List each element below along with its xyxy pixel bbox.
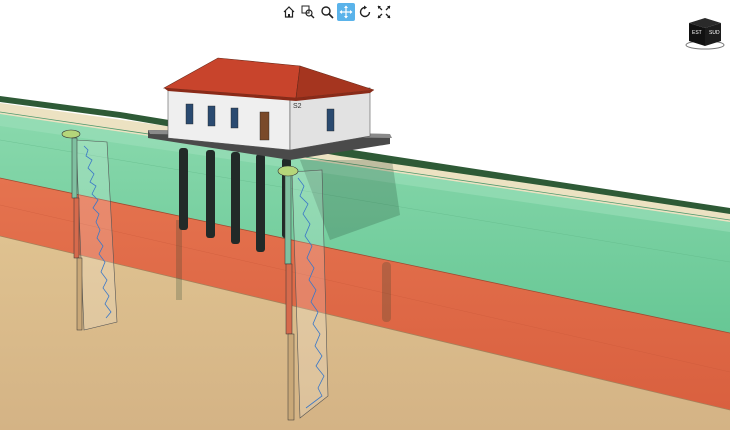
building-tag-label: S2: [293, 103, 302, 110]
borehole-right-shaft-mid: [285, 263, 293, 335]
home-icon: [283, 6, 295, 18]
borehole-right-shaft-low: [287, 333, 295, 421]
borehole-right-cap: [277, 165, 299, 177]
home-button[interactable]: [280, 3, 298, 21]
pan-button[interactable]: [337, 3, 355, 21]
magnifier-icon: [321, 6, 334, 19]
move-arrows-icon: [339, 5, 353, 19]
view-cube-face-est: EST: [692, 30, 702, 36]
borehole-right-shaft-top: [284, 173, 292, 265]
zoom-button[interactable]: [318, 3, 336, 21]
rotate-button[interactable]: [356, 3, 374, 21]
viewer-toolbar: [280, 2, 393, 22]
view-cube-icon: [685, 18, 725, 50]
door: [259, 111, 270, 141]
borehole-left-shaft-low: [76, 257, 83, 331]
expand-arrows-icon: [377, 5, 391, 19]
borehole-left-cap: [61, 129, 81, 139]
borehole-left-shaft-mid: [73, 197, 80, 259]
view-cube[interactable]: EST SUD: [683, 16, 727, 50]
rotate-icon: [359, 5, 371, 18]
borehole-left-shaft-top: [71, 137, 78, 199]
view-cube-face-sud: SUD: [709, 30, 720, 36]
3d-viewport[interactable]: [0, 0, 730, 430]
zoom-window-icon: [301, 5, 315, 19]
zoom-window-button[interactable]: [299, 3, 317, 21]
fit-extents-button[interactable]: [375, 3, 393, 21]
